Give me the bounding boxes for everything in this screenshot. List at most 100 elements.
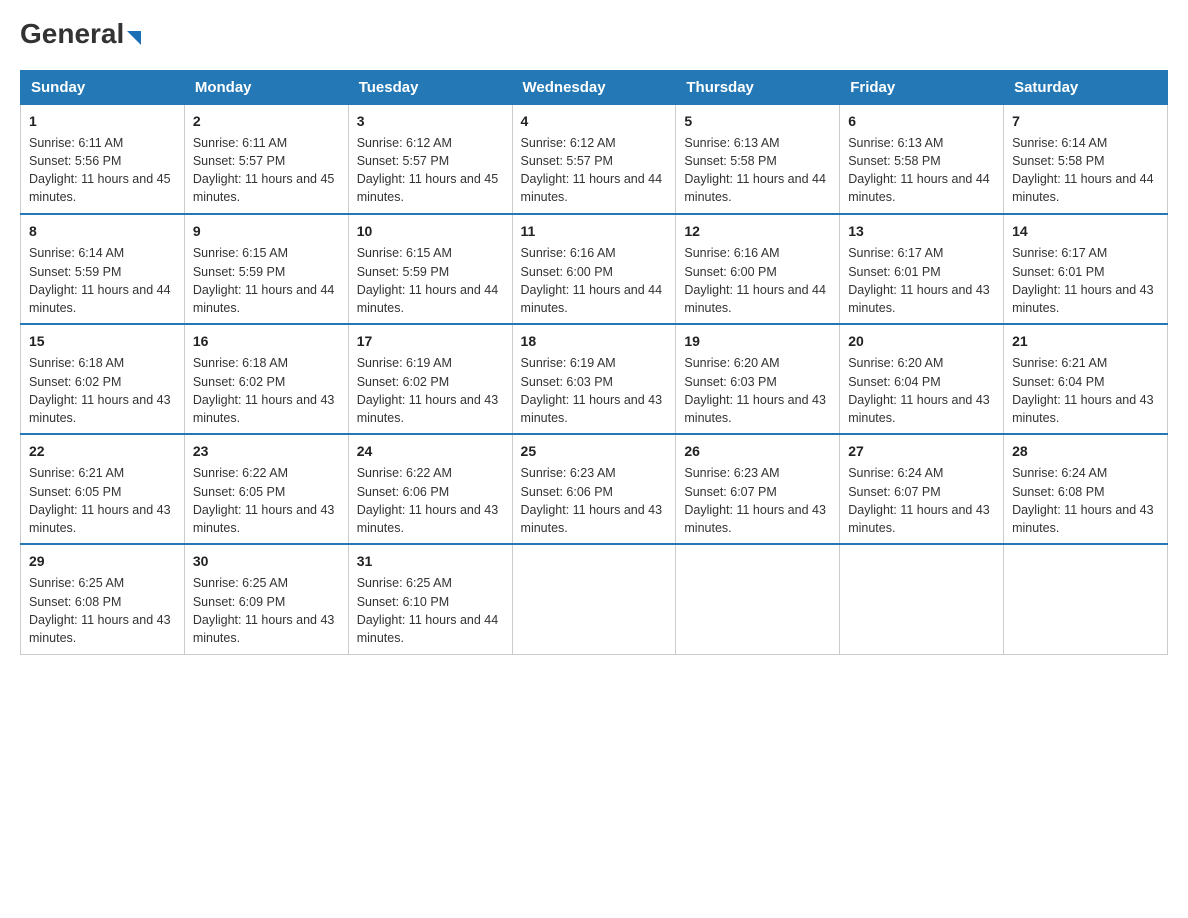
sunrise-label: Sunrise: 6:13 AM bbox=[684, 136, 779, 150]
daylight-label: Daylight: 11 hours and 43 minutes. bbox=[1012, 393, 1154, 425]
page-header: General bbox=[20, 20, 1168, 50]
day-number: 8 bbox=[29, 221, 176, 241]
sunrise-label: Sunrise: 6:23 AM bbox=[684, 466, 779, 480]
daylight-label: Daylight: 11 hours and 43 minutes. bbox=[848, 283, 990, 315]
sunrise-label: Sunrise: 6:15 AM bbox=[193, 246, 288, 260]
sunset-label: Sunset: 6:06 PM bbox=[521, 485, 613, 499]
sunset-label: Sunset: 5:58 PM bbox=[1012, 154, 1104, 168]
sunrise-label: Sunrise: 6:14 AM bbox=[29, 246, 124, 260]
sunset-label: Sunset: 6:03 PM bbox=[521, 375, 613, 389]
sunset-label: Sunset: 5:56 PM bbox=[29, 154, 121, 168]
sunset-label: Sunset: 6:08 PM bbox=[1012, 485, 1104, 499]
calendar-cell: 17 Sunrise: 6:19 AM Sunset: 6:02 PM Dayl… bbox=[348, 324, 512, 434]
sunrise-label: Sunrise: 6:24 AM bbox=[1012, 466, 1107, 480]
daylight-label: Daylight: 11 hours and 43 minutes. bbox=[29, 393, 171, 425]
sunrise-label: Sunrise: 6:11 AM bbox=[193, 136, 287, 150]
day-number: 27 bbox=[848, 441, 995, 461]
day-number: 14 bbox=[1012, 221, 1159, 241]
daylight-label: Daylight: 11 hours and 43 minutes. bbox=[521, 503, 663, 535]
calendar-cell: 2 Sunrise: 6:11 AM Sunset: 5:57 PM Dayli… bbox=[184, 104, 348, 214]
sunrise-label: Sunrise: 6:13 AM bbox=[848, 136, 943, 150]
sunset-label: Sunset: 5:59 PM bbox=[29, 265, 121, 279]
calendar-cell: 1 Sunrise: 6:11 AM Sunset: 5:56 PM Dayli… bbox=[21, 104, 185, 214]
week-row-1: 1 Sunrise: 6:11 AM Sunset: 5:56 PM Dayli… bbox=[21, 104, 1168, 214]
daylight-label: Daylight: 11 hours and 43 minutes. bbox=[193, 393, 335, 425]
calendar-cell: 14 Sunrise: 6:17 AM Sunset: 6:01 PM Dayl… bbox=[1004, 214, 1168, 324]
sunrise-label: Sunrise: 6:14 AM bbox=[1012, 136, 1107, 150]
sunrise-label: Sunrise: 6:23 AM bbox=[521, 466, 616, 480]
header-wednesday: Wednesday bbox=[512, 70, 676, 104]
calendar-cell: 3 Sunrise: 6:12 AM Sunset: 5:57 PM Dayli… bbox=[348, 104, 512, 214]
week-row-2: 8 Sunrise: 6:14 AM Sunset: 5:59 PM Dayli… bbox=[21, 214, 1168, 324]
sunrise-label: Sunrise: 6:17 AM bbox=[1012, 246, 1107, 260]
calendar-cell: 25 Sunrise: 6:23 AM Sunset: 6:06 PM Dayl… bbox=[512, 434, 676, 544]
day-number: 11 bbox=[521, 221, 668, 241]
day-number: 23 bbox=[193, 441, 340, 461]
day-number: 17 bbox=[357, 331, 504, 351]
sunset-label: Sunset: 5:59 PM bbox=[357, 265, 449, 279]
week-row-4: 22 Sunrise: 6:21 AM Sunset: 6:05 PM Dayl… bbox=[21, 434, 1168, 544]
day-number: 13 bbox=[848, 221, 995, 241]
daylight-label: Daylight: 11 hours and 45 minutes. bbox=[29, 172, 171, 204]
sunrise-label: Sunrise: 6:25 AM bbox=[357, 576, 452, 590]
day-number: 24 bbox=[357, 441, 504, 461]
calendar-cell: 19 Sunrise: 6:20 AM Sunset: 6:03 PM Dayl… bbox=[676, 324, 840, 434]
day-number: 18 bbox=[521, 331, 668, 351]
calendar-cell bbox=[1004, 544, 1168, 654]
calendar-cell: 23 Sunrise: 6:22 AM Sunset: 6:05 PM Dayl… bbox=[184, 434, 348, 544]
sunrise-label: Sunrise: 6:25 AM bbox=[193, 576, 288, 590]
daylight-label: Daylight: 11 hours and 43 minutes. bbox=[357, 503, 499, 535]
calendar-cell: 16 Sunrise: 6:18 AM Sunset: 6:02 PM Dayl… bbox=[184, 324, 348, 434]
sunset-label: Sunset: 6:01 PM bbox=[848, 265, 940, 279]
day-number: 10 bbox=[357, 221, 504, 241]
calendar-cell: 26 Sunrise: 6:23 AM Sunset: 6:07 PM Dayl… bbox=[676, 434, 840, 544]
header-tuesday: Tuesday bbox=[348, 70, 512, 104]
daylight-label: Daylight: 11 hours and 44 minutes. bbox=[29, 283, 171, 315]
sunset-label: Sunset: 6:00 PM bbox=[521, 265, 613, 279]
sunrise-label: Sunrise: 6:17 AM bbox=[848, 246, 943, 260]
sunset-label: Sunset: 6:04 PM bbox=[848, 375, 940, 389]
day-number: 22 bbox=[29, 441, 176, 461]
sunset-label: Sunset: 5:57 PM bbox=[357, 154, 449, 168]
daylight-label: Daylight: 11 hours and 44 minutes. bbox=[193, 283, 335, 315]
daylight-label: Daylight: 11 hours and 43 minutes. bbox=[193, 613, 335, 645]
calendar-cell: 27 Sunrise: 6:24 AM Sunset: 6:07 PM Dayl… bbox=[840, 434, 1004, 544]
daylight-label: Daylight: 11 hours and 44 minutes. bbox=[357, 613, 499, 645]
calendar-table: SundayMondayTuesdayWednesdayThursdayFrid… bbox=[20, 70, 1168, 655]
logo-general-text: General bbox=[20, 20, 141, 50]
week-row-3: 15 Sunrise: 6:18 AM Sunset: 6:02 PM Dayl… bbox=[21, 324, 1168, 434]
day-number: 29 bbox=[29, 551, 176, 571]
sunrise-label: Sunrise: 6:16 AM bbox=[684, 246, 779, 260]
daylight-label: Daylight: 11 hours and 43 minutes. bbox=[521, 393, 663, 425]
calendar-cell: 13 Sunrise: 6:17 AM Sunset: 6:01 PM Dayl… bbox=[840, 214, 1004, 324]
daylight-label: Daylight: 11 hours and 44 minutes. bbox=[1012, 172, 1154, 204]
sunrise-label: Sunrise: 6:11 AM bbox=[29, 136, 123, 150]
day-number: 3 bbox=[357, 111, 504, 131]
sunset-label: Sunset: 6:04 PM bbox=[1012, 375, 1104, 389]
header-monday: Monday bbox=[184, 70, 348, 104]
day-number: 21 bbox=[1012, 331, 1159, 351]
sunset-label: Sunset: 6:05 PM bbox=[193, 485, 285, 499]
day-number: 30 bbox=[193, 551, 340, 571]
calendar-cell: 11 Sunrise: 6:16 AM Sunset: 6:00 PM Dayl… bbox=[512, 214, 676, 324]
daylight-label: Daylight: 11 hours and 44 minutes. bbox=[848, 172, 990, 204]
sunrise-label: Sunrise: 6:18 AM bbox=[29, 356, 124, 370]
day-number: 6 bbox=[848, 111, 995, 131]
calendar-cell: 7 Sunrise: 6:14 AM Sunset: 5:58 PM Dayli… bbox=[1004, 104, 1168, 214]
daylight-label: Daylight: 11 hours and 43 minutes. bbox=[848, 503, 990, 535]
sunrise-label: Sunrise: 6:15 AM bbox=[357, 246, 452, 260]
sunset-label: Sunset: 5:58 PM bbox=[848, 154, 940, 168]
daylight-label: Daylight: 11 hours and 43 minutes. bbox=[684, 503, 826, 535]
sunset-label: Sunset: 6:02 PM bbox=[357, 375, 449, 389]
day-number: 31 bbox=[357, 551, 504, 571]
day-number: 20 bbox=[848, 331, 995, 351]
sunset-label: Sunset: 5:59 PM bbox=[193, 265, 285, 279]
daylight-label: Daylight: 11 hours and 45 minutes. bbox=[193, 172, 335, 204]
sunrise-label: Sunrise: 6:24 AM bbox=[848, 466, 943, 480]
sunrise-label: Sunrise: 6:22 AM bbox=[357, 466, 452, 480]
sunset-label: Sunset: 6:02 PM bbox=[193, 375, 285, 389]
day-number: 25 bbox=[521, 441, 668, 461]
sunrise-label: Sunrise: 6:21 AM bbox=[1012, 356, 1107, 370]
sunset-label: Sunset: 6:07 PM bbox=[684, 485, 776, 499]
daylight-label: Daylight: 11 hours and 43 minutes. bbox=[1012, 283, 1154, 315]
